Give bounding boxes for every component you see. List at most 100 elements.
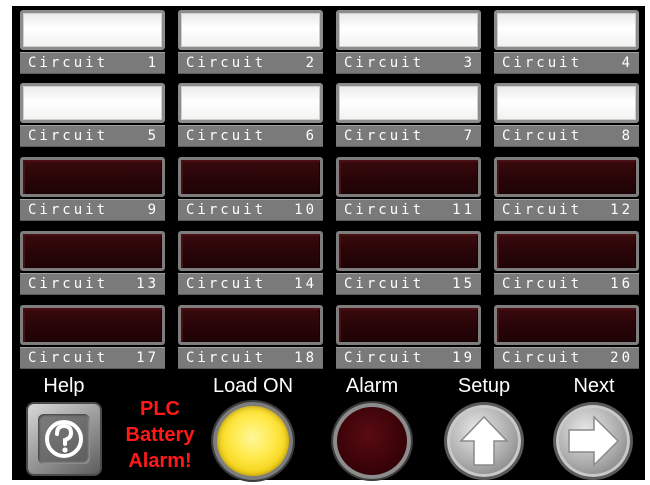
circuit-5-lamp[interactable] bbox=[20, 83, 165, 123]
next-button[interactable] bbox=[553, 402, 633, 480]
circuit-7-label: Circuit 7 bbox=[336, 125, 481, 147]
help-button[interactable] bbox=[26, 402, 102, 476]
circuit-number: 7 bbox=[463, 128, 475, 144]
circuit-19-label: Circuit 19 bbox=[336, 347, 481, 369]
circuit-number: 13 bbox=[136, 276, 159, 292]
circuit-5-panel[interactable]: Circuit 5 bbox=[20, 83, 165, 147]
load-on-caption: Load ON bbox=[212, 375, 294, 397]
circuit-18-lamp[interactable] bbox=[178, 305, 323, 345]
circuit-13-panel[interactable]: Circuit 13 bbox=[20, 231, 165, 295]
setup-button[interactable] bbox=[444, 402, 524, 480]
circuit-2-lamp[interactable] bbox=[178, 10, 323, 50]
circuit-3-lamp[interactable] bbox=[336, 10, 481, 50]
circuit-label-text: Circuit bbox=[186, 276, 267, 292]
circuit-17-lamp[interactable] bbox=[20, 305, 165, 345]
circuit-number: 3 bbox=[463, 55, 475, 71]
circuit-19-lamp[interactable] bbox=[336, 305, 481, 345]
circuit-18-panel[interactable]: Circuit 18 bbox=[178, 305, 323, 369]
circuit-3-panel[interactable]: Circuit 3 bbox=[336, 10, 481, 74]
circuit-17-panel[interactable]: Circuit 17 bbox=[20, 305, 165, 369]
circuit-11-lamp[interactable] bbox=[336, 157, 481, 197]
circuit-10-lamp[interactable] bbox=[178, 157, 323, 197]
circuit-number: 1 bbox=[147, 55, 159, 71]
circuit-label-text: Circuit bbox=[186, 202, 267, 218]
circuit-6-label: Circuit 6 bbox=[178, 125, 323, 147]
circuit-label-text: Circuit bbox=[28, 276, 109, 292]
circuit-13-label: Circuit 13 bbox=[20, 273, 165, 295]
circuit-label-text: Circuit bbox=[502, 128, 583, 144]
circuit-label-text: Circuit bbox=[186, 128, 267, 144]
circuit-10-panel[interactable]: Circuit 10 bbox=[178, 157, 323, 221]
circuit-label-text: Circuit bbox=[28, 128, 109, 144]
circuit-1-label: Circuit 1 bbox=[20, 52, 165, 74]
circuit-8-panel[interactable]: Circuit 8 bbox=[494, 83, 639, 147]
help-button-face bbox=[38, 414, 90, 464]
circuit-19-panel[interactable]: Circuit 19 bbox=[336, 305, 481, 369]
circuit-20-label: Circuit 20 bbox=[494, 347, 639, 369]
circuit-7-panel[interactable]: Circuit 7 bbox=[336, 83, 481, 147]
circuit-9-panel[interactable]: Circuit 9 bbox=[20, 157, 165, 221]
circuit-label-text: Circuit bbox=[502, 350, 583, 366]
circuit-12-panel[interactable]: Circuit 12 bbox=[494, 157, 639, 221]
circuit-4-panel[interactable]: Circuit 4 bbox=[494, 10, 639, 74]
circuit-13-lamp[interactable] bbox=[20, 231, 165, 271]
circuit-12-label: Circuit 12 bbox=[494, 199, 639, 221]
circuit-number: 8 bbox=[621, 128, 633, 144]
circuit-4-label: Circuit 4 bbox=[494, 52, 639, 74]
circuit-4-lamp[interactable] bbox=[494, 10, 639, 50]
alarm-indicator bbox=[333, 403, 411, 479]
plc-alarm-line2: Battery bbox=[125, 424, 195, 446]
circuit-1-panel[interactable]: Circuit 1 bbox=[20, 10, 165, 74]
circuit-1-lamp[interactable] bbox=[20, 10, 165, 50]
alarm-caption: Alarm bbox=[345, 375, 399, 397]
circuit-10-label: Circuit 10 bbox=[178, 199, 323, 221]
circuit-label-text: Circuit bbox=[186, 55, 267, 71]
circuit-15-panel[interactable]: Circuit 15 bbox=[336, 231, 481, 295]
arrow-up-icon bbox=[459, 415, 509, 466]
circuit-15-lamp[interactable] bbox=[336, 231, 481, 271]
circuit-16-panel[interactable]: Circuit 16 bbox=[494, 231, 639, 295]
circuit-label-text: Circuit bbox=[28, 55, 109, 71]
circuit-9-label: Circuit 9 bbox=[20, 199, 165, 221]
circuit-8-lamp[interactable] bbox=[494, 83, 639, 123]
circuit-6-lamp[interactable] bbox=[178, 83, 323, 123]
circuit-11-panel[interactable]: Circuit 11 bbox=[336, 157, 481, 221]
circuit-20-panel[interactable]: Circuit 20 bbox=[494, 305, 639, 369]
circuit-number: 14 bbox=[294, 276, 317, 292]
circuit-14-panel[interactable]: Circuit 14 bbox=[178, 231, 323, 295]
circuit-number: 2 bbox=[305, 55, 317, 71]
circuit-number: 15 bbox=[452, 276, 475, 292]
load-on-indicator bbox=[213, 402, 293, 480]
circuit-2-label: Circuit 2 bbox=[178, 52, 323, 74]
plc-battery-alarm-text: PLC Battery Alarm! bbox=[112, 396, 208, 474]
circuit-label-text: Circuit bbox=[344, 202, 425, 218]
circuit-16-lamp[interactable] bbox=[494, 231, 639, 271]
circuit-2-panel[interactable]: Circuit 2 bbox=[178, 10, 323, 74]
plc-alarm-line3: Alarm! bbox=[128, 450, 192, 472]
circuit-12-lamp[interactable] bbox=[494, 157, 639, 197]
circuit-14-lamp[interactable] bbox=[178, 231, 323, 271]
circuit-7-lamp[interactable] bbox=[336, 83, 481, 123]
circuit-number: 6 bbox=[305, 128, 317, 144]
circuit-number: 12 bbox=[610, 202, 633, 218]
circuit-5-label: Circuit 5 bbox=[20, 125, 165, 147]
circuit-15-label: Circuit 15 bbox=[336, 273, 481, 295]
circuit-9-lamp[interactable] bbox=[20, 157, 165, 197]
circuit-label-text: Circuit bbox=[502, 55, 583, 71]
circuit-6-panel[interactable]: Circuit 6 bbox=[178, 83, 323, 147]
circuit-number: 20 bbox=[610, 350, 633, 366]
circuit-label-text: Circuit bbox=[344, 128, 425, 144]
circuit-3-label: Circuit 3 bbox=[336, 52, 481, 74]
question-mark-icon bbox=[45, 420, 83, 458]
arrow-right-icon bbox=[568, 415, 620, 467]
circuit-label-text: Circuit bbox=[28, 202, 109, 218]
circuit-label-text: Circuit bbox=[28, 350, 109, 366]
circuit-number: 11 bbox=[452, 202, 475, 218]
circuit-label-text: Circuit bbox=[502, 276, 583, 292]
circuit-number: 9 bbox=[147, 202, 159, 218]
circuit-20-lamp[interactable] bbox=[494, 305, 639, 345]
setup-caption: Setup bbox=[457, 375, 511, 397]
circuit-number: 16 bbox=[610, 276, 633, 292]
circuit-number: 19 bbox=[452, 350, 475, 366]
plc-alarm-line1: PLC bbox=[140, 398, 180, 420]
